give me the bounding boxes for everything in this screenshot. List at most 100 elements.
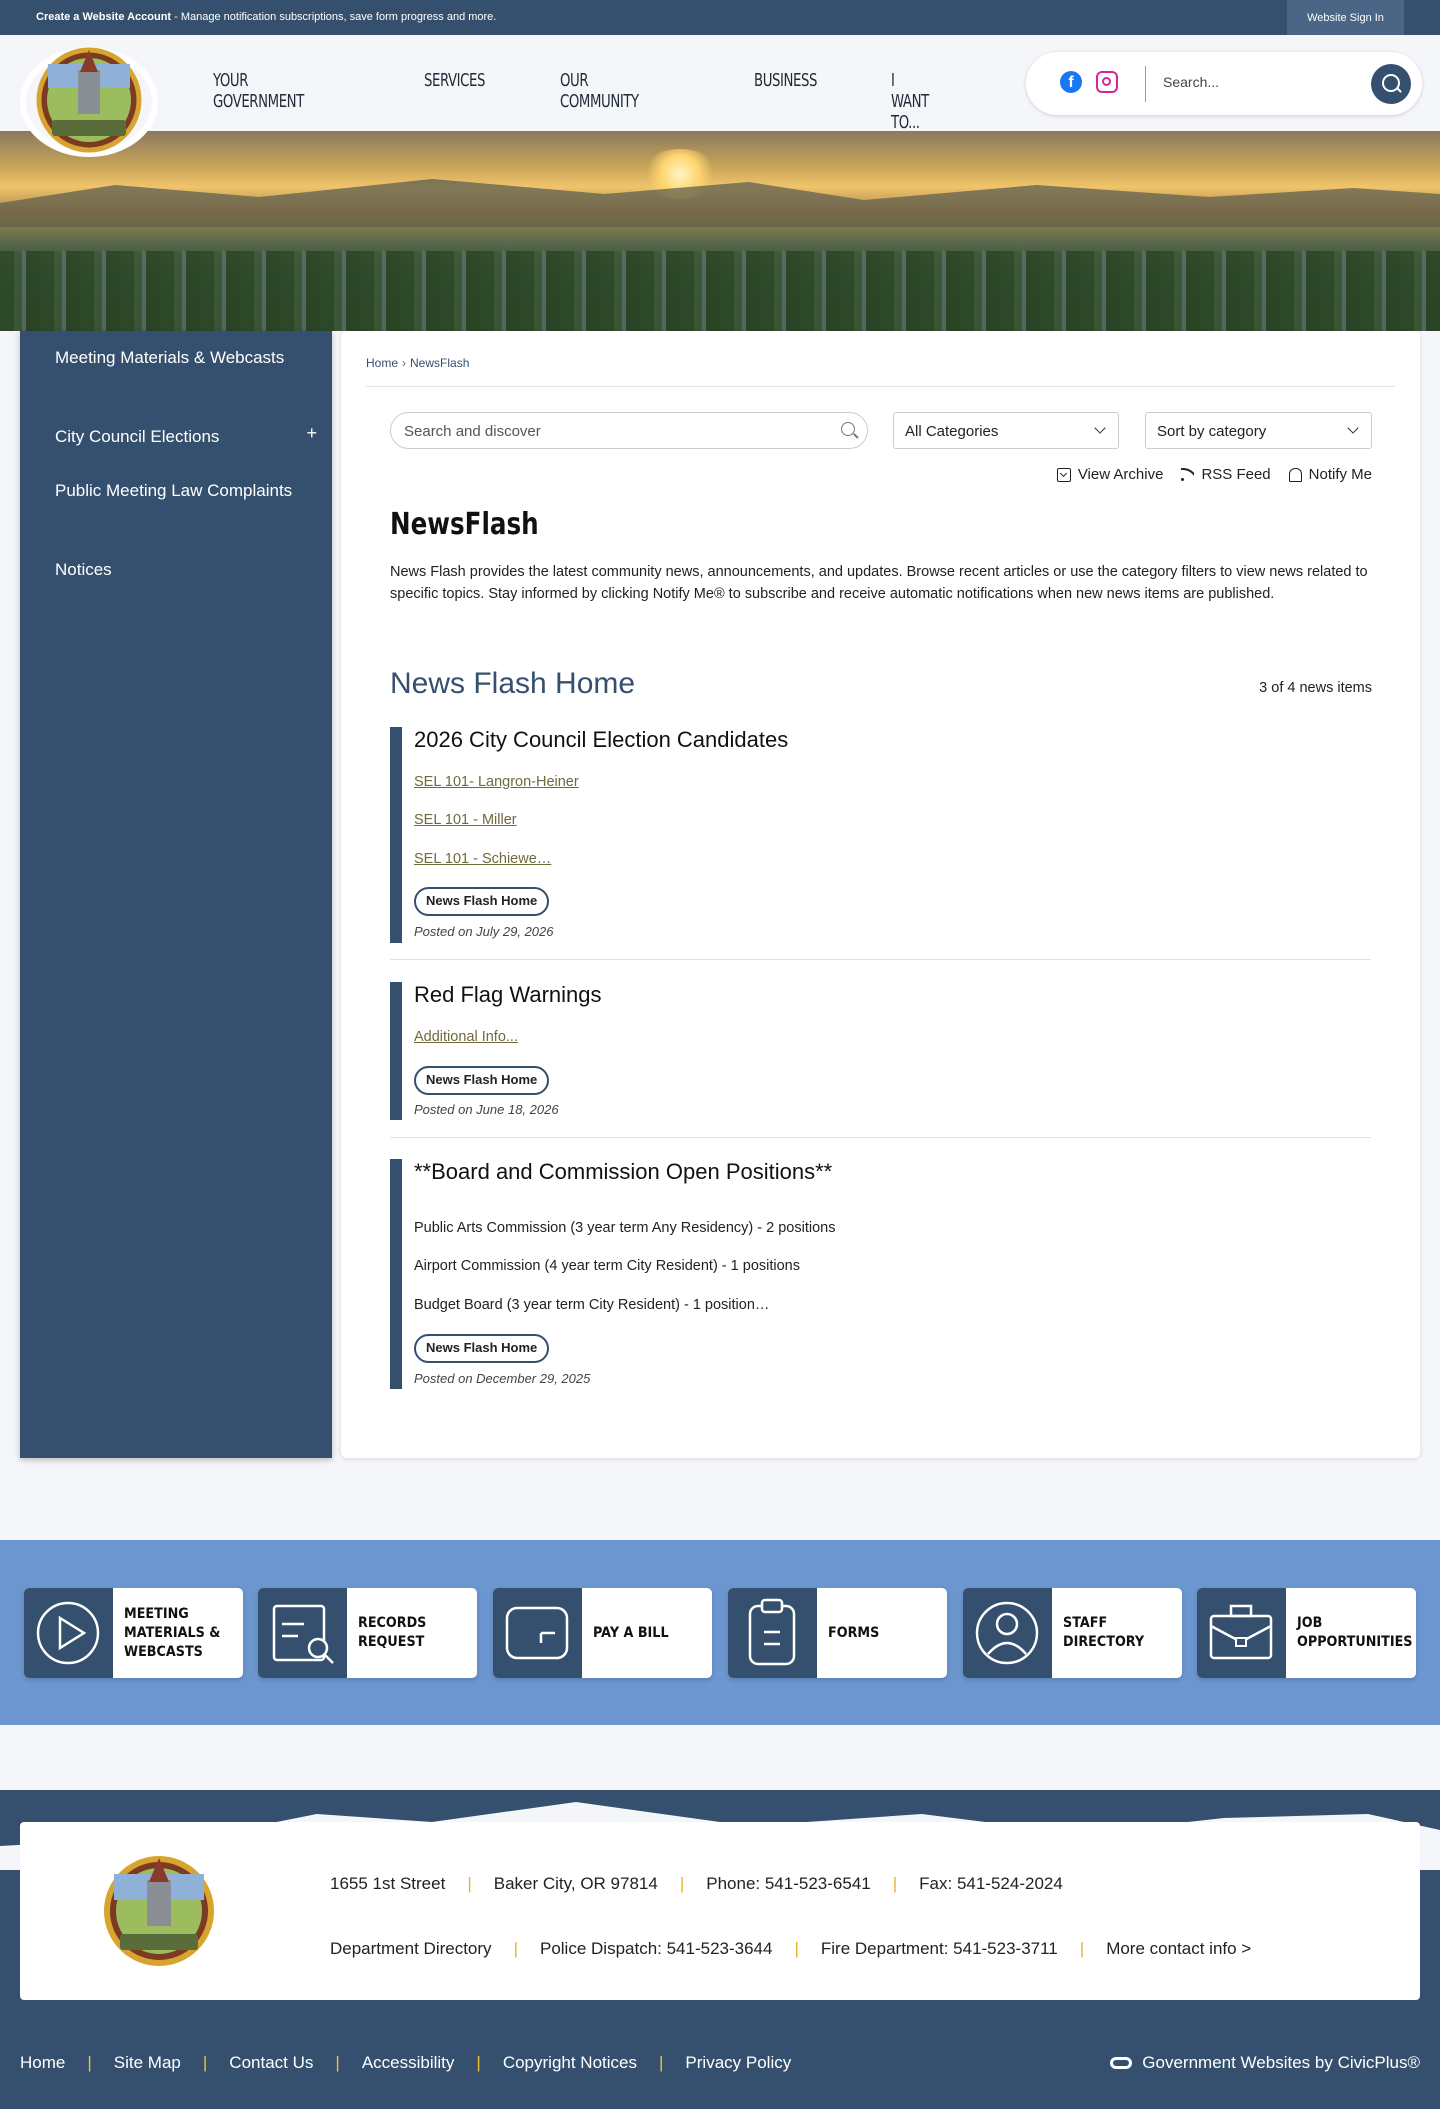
nav-our-community[interactable]: OUR COMMUNITY — [560, 70, 639, 112]
breadcrumb-home[interactable]: Home — [366, 356, 398, 370]
chevron-down-icon — [1094, 422, 1106, 434]
footer-city-logo[interactable] — [84, 1852, 234, 1975]
create-account-link[interactable]: Create a Website Account - Manage notifi… — [36, 11, 496, 23]
civicplus-link[interactable]: Government Websites by CivicPlus® — [1110, 2053, 1420, 2073]
facebook-icon[interactable]: f — [1060, 71, 1082, 93]
quicklink-staff-directory[interactable]: Staff Directory — [963, 1588, 1182, 1678]
sidebar-item-public-meeting-law[interactable]: Public Meeting Law Complaints — [55, 479, 295, 503]
posted-date: Posted on December 29, 2025 — [414, 1371, 591, 1386]
news-search-input[interactable]: Search and discover — [390, 412, 868, 449]
fire-department-link[interactable]: Fire Department: 541-523-3711 — [821, 1939, 1058, 1959]
police-dispatch-link[interactable]: Police Dispatch: 541-523-3644 — [540, 1939, 772, 1959]
rss-icon — [1181, 468, 1195, 481]
more-contact-info-link[interactable]: More contact info > — [1106, 1939, 1251, 1959]
footer-link-privacy[interactable]: Privacy Policy — [685, 2053, 791, 2073]
view-archive-link[interactable]: View Archive — [1056, 466, 1163, 483]
divider — [366, 386, 1395, 387]
wallet-icon — [505, 1606, 569, 1660]
department-directory-link[interactable]: Department Directory — [330, 1939, 492, 1959]
attachment-link[interactable]: SEL 101- Langron-Heiner — [414, 774, 579, 790]
civicplus-icon — [1110, 2057, 1133, 2069]
hero-banner-image — [0, 131, 1440, 331]
attachment-link[interactable]: SEL 101 - Schiewe… — [414, 851, 551, 867]
footer-link-contact-us[interactable]: Contact Us — [229, 2053, 313, 2073]
mountain-silhouette — [0, 179, 1440, 227]
news-text: Airport Commission (4 year term City Res… — [414, 1258, 800, 1274]
sort-select[interactable]: Sort by category — [1145, 412, 1372, 449]
accent-bar — [390, 727, 402, 943]
divider — [1145, 66, 1146, 102]
nav-i-want-to[interactable]: I WANT TO... — [891, 70, 929, 133]
instagram-icon[interactable] — [1096, 71, 1118, 93]
search-button[interactable] — [1371, 64, 1411, 104]
news-title[interactable]: Red Flag Warnings — [414, 982, 601, 1008]
city-logo[interactable] — [18, 40, 160, 158]
clipboard-icon — [748, 1598, 796, 1666]
footer-fax: Fax: 541-524-2024 — [919, 1874, 1063, 1893]
divider — [390, 959, 1371, 960]
category-tag[interactable]: News Flash Home — [414, 887, 550, 916]
news-item: Red Flag Warnings Additional Info... New… — [390, 982, 1371, 1120]
notify-me-link[interactable]: Notify Me — [1288, 466, 1372, 483]
quicklink-forms[interactable]: Forms — [728, 1588, 947, 1678]
site-header: YOUR GOVERNMENT SERVICES OUR COMMUNITY B… — [0, 35, 1440, 157]
news-tools: View Archive RSS Feed Notify Me — [1039, 466, 1372, 483]
accent-bar — [390, 1159, 402, 1389]
news-title[interactable]: **Board and Commission Open Positions** — [414, 1159, 832, 1185]
news-title[interactable]: 2026 City Council Election Candidates — [414, 727, 788, 753]
attachment-link[interactable]: SEL 101 - Miller — [414, 812, 517, 828]
nav-business[interactable]: BUSINESS — [754, 70, 817, 91]
news-text: Budget Board (3 year term City Resident)… — [414, 1297, 770, 1313]
section-title: News Flash Home — [390, 667, 636, 700]
bell-icon — [1288, 467, 1302, 482]
category-tag[interactable]: News Flash Home — [414, 1066, 550, 1095]
footer-link-home[interactable]: Home — [20, 2053, 65, 2073]
footer-link-copyright[interactable]: Copyright Notices — [503, 2053, 637, 2073]
quicklink-meeting-materials[interactable]: Meeting Materials & Webcasts — [24, 1588, 243, 1678]
quicklink-pay-a-bill[interactable]: Pay a Bill — [493, 1588, 712, 1678]
footer-contact-card: 1655 1st Street | Baker City, OR 97814 | P… — [20, 1822, 1420, 2000]
sidebar-item-city-council-elections[interactable]: City Council Elections — [55, 425, 295, 449]
quicklink-job-opportunities[interactable]: Job Opportunities — [1197, 1588, 1416, 1678]
footer-phone[interactable]: Phone: 541-523-6541 — [706, 1874, 870, 1894]
news-item: **Board and Commission Open Positions** … — [390, 1159, 1371, 1389]
search-input[interactable]: Search... — [1163, 74, 1219, 90]
expand-plus-icon[interactable]: + — [306, 423, 317, 444]
category-tag[interactable]: News Flash Home — [414, 1334, 550, 1363]
posted-date: Posted on July 29, 2026 — [414, 924, 554, 939]
briefcase-icon — [1209, 1604, 1273, 1660]
town-landscape — [0, 251, 1440, 331]
category-select[interactable]: All Categories — [893, 412, 1119, 449]
footer-address-line: 1655 1st Street | Baker City, OR 97814 | P… — [330, 1874, 1063, 1894]
breadcrumb-current[interactable]: NewsFlash — [410, 356, 469, 370]
breadcrumb: Home › NewsFlash — [366, 356, 470, 370]
footer-address: 1655 1st Street — [330, 1874, 446, 1893]
accent-bar — [390, 982, 402, 1120]
top-account-bar: Create a Website Account - Manage notifi… — [0, 0, 1440, 35]
news-item: 2026 City Council Election Candidates SE… — [390, 727, 1371, 943]
footer-links: Home | Site Map | Contact Us | Accessibilit… — [20, 2053, 792, 2073]
divider — [390, 1137, 1371, 1138]
news-count: 3 of 4 news items — [1259, 680, 1372, 696]
posted-date: Posted on June 18, 2026 — [414, 1102, 559, 1117]
news-text: Public Arts Commission (3 year term Any … — [414, 1220, 836, 1236]
rss-feed-link[interactable]: RSS Feed — [1181, 466, 1271, 483]
header-search-bar: f Search... — [1026, 52, 1422, 115]
user-icon — [975, 1601, 1039, 1665]
search-icon[interactable] — [841, 422, 855, 436]
footer-city: Baker City, OR 97814 — [493, 1874, 658, 1893]
footer-link-site-map[interactable]: Site Map — [114, 2053, 181, 2073]
quicklink-records-request[interactable]: Records Request — [258, 1588, 477, 1678]
nav-your-government[interactable]: YOUR GOVERNMENT — [213, 70, 304, 112]
attachment-link[interactable]: Additional Info... — [414, 1029, 518, 1045]
website-sign-in-button[interactable]: Website Sign In — [1287, 0, 1404, 35]
nav-services[interactable]: SERVICES — [424, 70, 485, 91]
sidebar-nav: Meeting Materials & Webcasts City Counci… — [20, 331, 332, 1458]
play-icon — [36, 1601, 100, 1665]
sidebar-item-notices[interactable]: Notices — [55, 558, 295, 582]
page-description: News Flash provides the latest community… — [390, 564, 1368, 602]
sidebar-item-meeting-materials[interactable]: Meeting Materials & Webcasts — [55, 346, 295, 370]
footer-contacts-line: Department Directory | Police Dispatch: 5… — [330, 1939, 1252, 1959]
archive-icon — [1056, 467, 1071, 482]
footer-link-accessibility[interactable]: Accessibility — [362, 2053, 455, 2073]
